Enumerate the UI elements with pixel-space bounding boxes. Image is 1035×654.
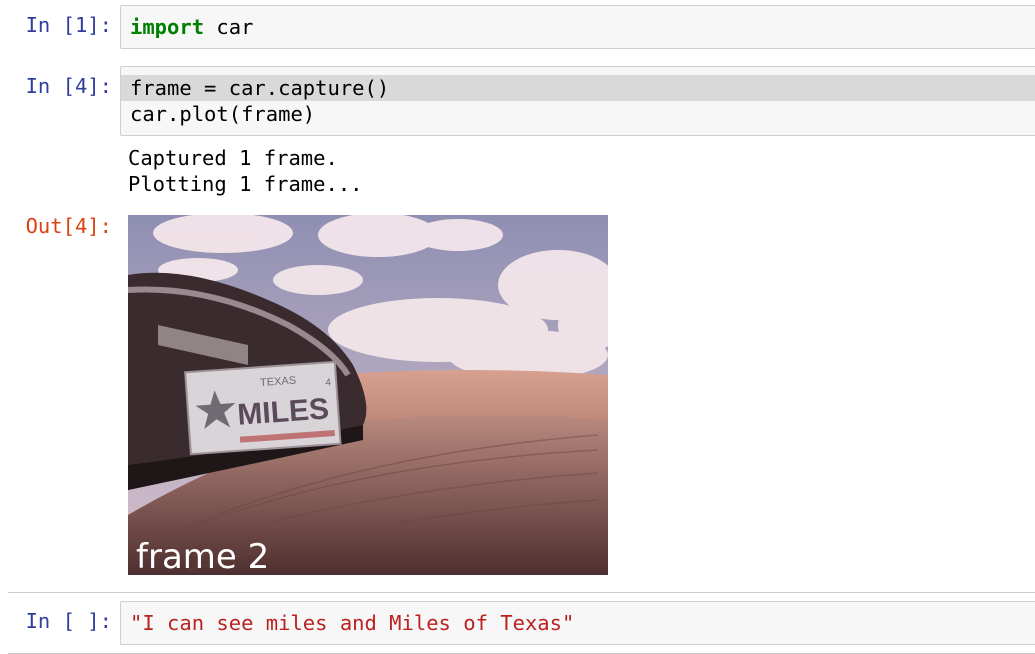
stdout-line: Plotting 1 frame... — [128, 172, 363, 196]
code-editor-2[interactable]: frame = car.capture() car.plot(frame) — [120, 66, 1035, 136]
keyword-import: import — [130, 15, 205, 39]
plate-main-text: MILES — [236, 392, 330, 431]
code-string-line: "I can see miles and Miles of Texas" — [130, 611, 575, 635]
code-line: car.plot(frame) — [130, 102, 316, 126]
stdout-line: Captured 1 frame. — [128, 146, 338, 170]
code-line: import car — [121, 14, 1035, 40]
in-prompt-3: In [ ]: — [25, 609, 112, 633]
plate-state-text: TEXAS — [260, 375, 297, 389]
cell-divider — [8, 592, 1035, 593]
code-text: car — [204, 15, 254, 39]
out-prompt: Out[4]: — [25, 214, 112, 238]
in-prompt-2: In [4]: — [25, 74, 112, 98]
code-line-selected: frame = car.capture() — [121, 75, 1035, 101]
in-prompt-1: In [1]: — [25, 13, 112, 37]
code-editor-3[interactable]: "I can see miles and Miles of Texas" — [120, 601, 1035, 645]
camera-frame-image: TEXAS 4 MILES frame 2 — [128, 215, 608, 575]
code-editor-1[interactable]: import car — [120, 5, 1035, 49]
frame-caption: frame 2 — [136, 537, 269, 575]
